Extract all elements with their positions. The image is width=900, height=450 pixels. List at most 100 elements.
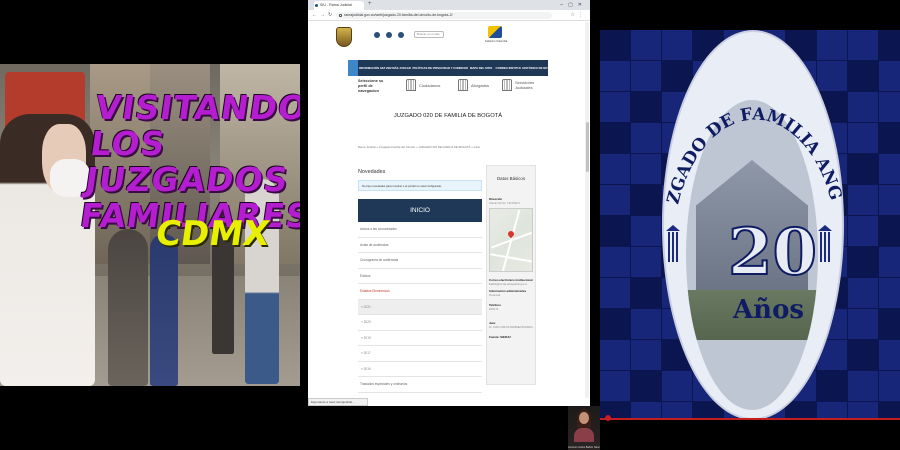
rama-judicial-crest-icon[interactable]	[336, 27, 352, 47]
profile-option-abogados[interactable]: Abogados	[458, 79, 489, 91]
nav-item[interactable]: MAPA DEL SITIO	[468, 60, 495, 76]
window-controls[interactable]: –▢✕	[560, 0, 587, 10]
background-tile	[879, 61, 900, 91]
url-field[interactable]: ramajudicial.gov.co/web/juzgado-20-famil…	[336, 12, 552, 19]
menu-item[interactable]: Traslados especiales y ordinarios	[358, 377, 482, 393]
menu-item[interactable]: Actas de audiencias	[358, 238, 482, 253]
background-tile	[848, 371, 878, 401]
nav-item[interactable]: CORREO INSTITUCIONAL	[495, 60, 522, 76]
right-video-seal[interactable]: JUZGADO DE FAMILIA ANGOL 20 Años	[600, 30, 900, 420]
header-icon[interactable]	[398, 32, 404, 38]
background-tile	[631, 216, 661, 246]
profile-option-servidores[interactable]: Servidores Judiciales	[502, 79, 541, 91]
breadcrumb[interactable]: Rama Judicial » Juzgados Familia del Cir…	[358, 145, 480, 149]
menu-item[interactable]: » 2016	[358, 362, 482, 377]
datos-basicos-panel: Datos Básicos Dirección CALLE 12C No. 7-…	[486, 165, 536, 385]
info-value: Presencial	[489, 294, 501, 297]
background-tile	[879, 247, 900, 277]
thumbnail-title: VISITANDO LOS JUZGADOS FAMILIARES	[77, 88, 300, 235]
juez-label: Juez	[489, 321, 496, 325]
background-tile	[600, 278, 630, 308]
address-bar: ←→↻ ramajudicial.gov.co/web/juzgado-20-f…	[308, 10, 590, 21]
datos-basicos-title: Datos Básicos	[496, 176, 526, 181]
building-icon	[406, 79, 416, 91]
home-nav-button[interactable]	[348, 60, 358, 76]
pedestrian	[150, 234, 178, 386]
email-value[interactable]: flia20bt@cendoj.ramajudicial.gov.co	[489, 283, 533, 286]
novedades-heading: Novedades	[358, 169, 386, 175]
nav-item[interactable]: HISTÓRICO DE NOTICIAS	[521, 60, 548, 76]
nav-item[interactable]: INFORMACIÓN GENERAL	[358, 60, 385, 76]
webcam-thumbnail[interactable]: Antonio Carlos Bañón Sánchez	[568, 406, 600, 450]
map-road	[490, 253, 532, 263]
background-tile	[600, 340, 630, 370]
participant-body	[574, 428, 594, 442]
menu-item[interactable]: » 2019	[358, 331, 482, 346]
page-title: JUZGADO 020 DE FAMILIA DE BOGOTÁ	[393, 113, 503, 119]
main-content: Novedades No hay novedades para mostrar …	[358, 165, 482, 393]
pillar-icon	[666, 225, 680, 265]
participant-name: Antonio Carlos Bañón Sánchez	[568, 446, 600, 449]
background-tile	[600, 61, 630, 91]
background-tile	[631, 61, 661, 91]
left-video-thumbnail[interactable]: VISITANDO LOS JUZGADOS FAMILIARES CDMX	[0, 64, 300, 386]
background-tile	[879, 371, 900, 401]
header-icon[interactable]	[386, 32, 392, 38]
video-progress-bar[interactable]	[600, 418, 900, 420]
background-tile	[848, 30, 878, 60]
building-icon	[458, 79, 468, 91]
page-scrollbar[interactable]	[585, 22, 589, 398]
new-tab-icon[interactable]: +	[368, 1, 372, 7]
background-tile	[848, 278, 878, 308]
background-tile	[879, 278, 900, 308]
menu-item[interactable]: Cronograma de audiencias	[358, 253, 482, 269]
menu-item[interactable]: Avisos a las comunidades	[358, 222, 482, 238]
location-map[interactable]	[489, 208, 533, 272]
extension-icons[interactable]: ☆⋮	[571, 10, 586, 21]
site-search-input[interactable]: Buscar en el sitio	[414, 31, 444, 38]
profile-label: Seleccione su perfil de navegacion	[358, 79, 384, 93]
background-tile	[848, 216, 878, 246]
pillar-icon	[818, 225, 832, 265]
background-tile	[631, 154, 661, 184]
participant-face	[579, 412, 589, 424]
gobierno-logo-text: Gobierno Colombia	[484, 40, 508, 43]
seal-years-label: Años	[733, 295, 805, 325]
background-tile	[631, 340, 661, 370]
inicio-header[interactable]: INICIO	[358, 199, 482, 222]
profile-option-ciudadanos[interactable]: Ciudadanos	[406, 79, 440, 91]
background-tile	[600, 371, 630, 401]
menu-item[interactable]: » 2017	[358, 346, 482, 362]
menu-item[interactable]: Estados Electrónicos	[358, 284, 482, 300]
url-text: ramajudicial.gov.co/web/juzgado-20-famil…	[344, 13, 453, 17]
menu-item[interactable]: » 2020	[358, 315, 482, 331]
background-tile	[879, 185, 900, 215]
menu-item[interactable]: » 2021	[358, 299, 482, 315]
thumbnail-subtitle: CDMX	[153, 214, 273, 254]
side-menu: Avisos a las comunidades Actas de audienc…	[358, 222, 482, 393]
gobierno-logo-icon[interactable]	[488, 26, 502, 38]
info-label: Información administrativa	[489, 289, 526, 293]
background-tile	[631, 123, 661, 153]
nav-item[interactable]: POLÍTICAS DE PRIVACIDAD Y CONDICIONES DE…	[411, 60, 467, 76]
favicon-icon	[315, 4, 318, 7]
background-tile	[662, 371, 692, 401]
background-tile	[848, 123, 878, 153]
seal-number: 20	[727, 214, 818, 291]
email-label: Correo electrónico institucional	[489, 278, 533, 282]
browser-tab[interactable]: SIU - Rama Judicial	[314, 1, 364, 10]
scroll-thumb[interactable]	[585, 122, 589, 172]
nav-item[interactable]: VER MÁS JUZGADOS	[385, 60, 412, 76]
background-tile	[600, 247, 630, 277]
fuente-label: Fuente: SIERJU	[489, 335, 511, 339]
background-tile	[600, 154, 630, 184]
telefono-label: Teléfono	[489, 303, 501, 307]
menu-item[interactable]: Edictos	[358, 269, 482, 284]
header-icon[interactable]	[374, 32, 380, 38]
background-tile	[879, 92, 900, 122]
nav-arrows-icon[interactable]: ←→↻	[312, 10, 335, 21]
juez-value: Dr. JUAN CARLOS RAMIREZ RODRIGUEZ	[489, 326, 533, 329]
video-progress-handle[interactable]	[605, 415, 611, 421]
direccion-value: CALLE 12C No. 7-36 PISO 6	[489, 202, 520, 205]
background-tile	[631, 309, 661, 339]
